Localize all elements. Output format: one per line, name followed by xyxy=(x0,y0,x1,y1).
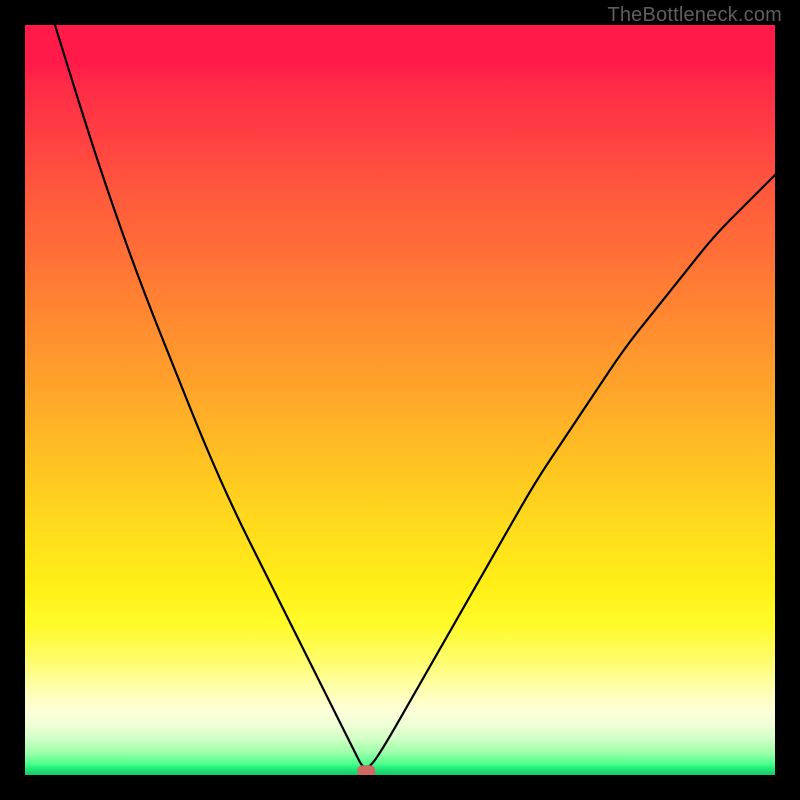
chart-svg xyxy=(25,25,775,775)
chart-plot-area xyxy=(25,25,775,775)
watermark-text: TheBottleneck.com xyxy=(607,4,782,27)
bottleneck-curve-line xyxy=(55,25,775,768)
optimal-point-marker xyxy=(357,765,375,775)
